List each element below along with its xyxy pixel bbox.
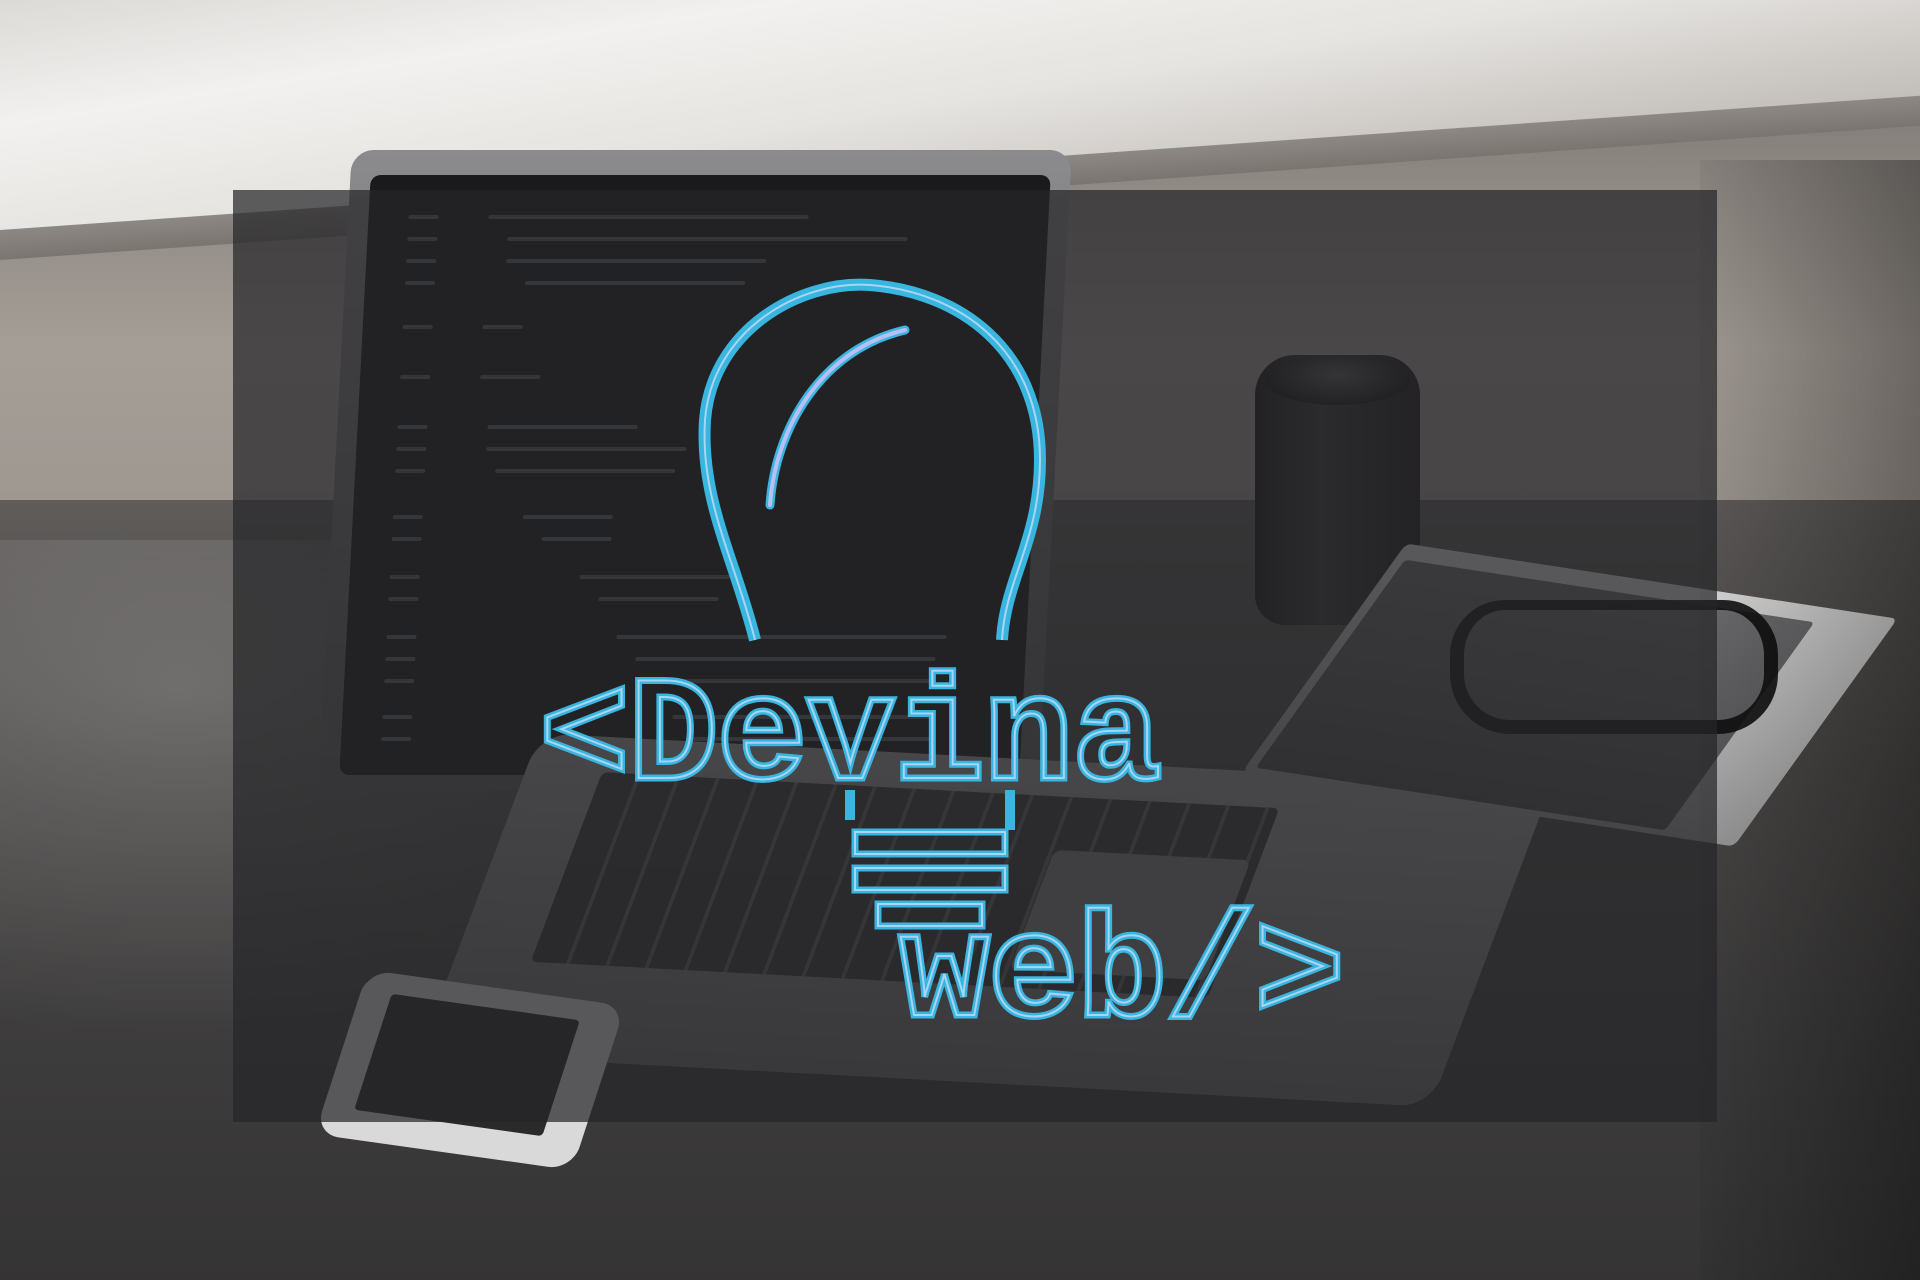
logo-line-2-highlight: web/>	[900, 893, 1344, 1060]
hero-banner: <Devina <Devina web/> web/>	[0, 0, 1920, 1280]
lightbulb-icon: <Devina <Devina web/> web/>	[537, 278, 1348, 1064]
logo-line-1-highlight: <Devina	[540, 656, 1162, 823]
logo: <Devina <Devina web/> web/>	[0, 0, 1920, 1280]
